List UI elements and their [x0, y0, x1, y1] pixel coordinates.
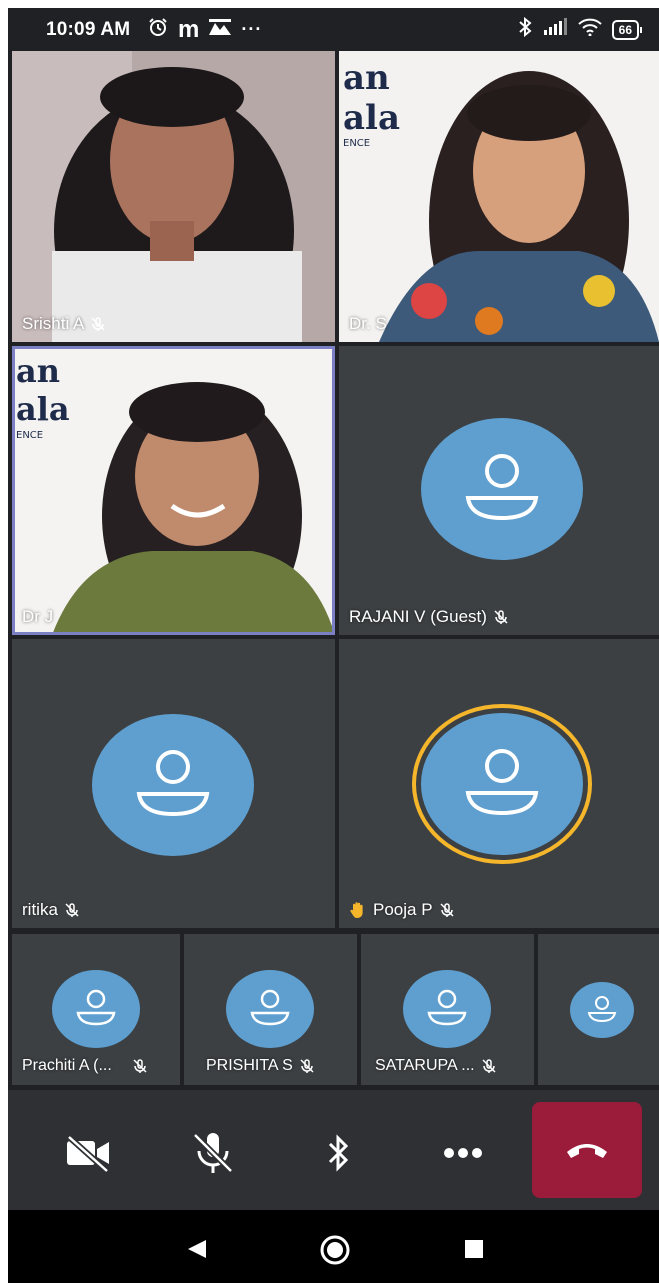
- system-nav-bar: [8, 1210, 659, 1283]
- participant-tile-srishti[interactable]: Srishti A: [12, 51, 335, 342]
- participant-tile-pooja[interactable]: Pooja P: [339, 639, 659, 928]
- svg-text:ala: ala: [343, 98, 400, 138]
- svg-text:ENCE: ENCE: [16, 430, 43, 441]
- person-icon: [136, 750, 210, 817]
- more-options-button[interactable]: [438, 1128, 488, 1178]
- participant-tile-overflow[interactable]: [538, 934, 659, 1085]
- participant-name-row: Pooja P: [349, 900, 455, 920]
- avatar: [226, 970, 314, 1048]
- svg-text:ENCE: ENCE: [343, 138, 370, 149]
- person-icon: [250, 989, 290, 1026]
- avatar: [403, 970, 491, 1048]
- camera-toggle-button[interactable]: [63, 1128, 113, 1178]
- avatar: [421, 713, 583, 855]
- avatar: [421, 418, 583, 560]
- mic-off-icon: [91, 317, 105, 331]
- participant-name: RAJANI V (Guest): [349, 607, 487, 626]
- mic-off-icon: [494, 610, 508, 624]
- signal-icon: [542, 18, 568, 41]
- participant-tile-dr-s[interactable]: an ala ENCE Dr. S: [339, 51, 659, 342]
- participant-tile-prachiti[interactable]: Prachiti A (...: [12, 934, 180, 1085]
- bluetooth-icon: [518, 16, 532, 42]
- participant-name-row: SATARUPA ...: [375, 1057, 497, 1075]
- bluetooth-icon: [328, 1134, 349, 1172]
- participant-name-row: Dr. S: [349, 314, 387, 334]
- more-options-icon: [444, 1148, 482, 1158]
- participant-tile-ritika[interactable]: ritika: [12, 639, 335, 928]
- participant-name: Dr. S: [349, 314, 387, 333]
- avatar: [52, 970, 140, 1048]
- mic-off-icon: [65, 903, 79, 917]
- participant-name: Pooja P: [373, 900, 433, 919]
- camera-off-icon: [66, 1134, 110, 1173]
- mic-off-icon: [482, 1059, 496, 1073]
- wifi-icon: [577, 18, 602, 41]
- status-bar: 10:09 AM m ··· 66: [8, 8, 659, 50]
- participant-video: an ala ENCE: [12, 346, 335, 635]
- participant-video: [12, 51, 335, 342]
- participant-name: PRISHITA S: [206, 1057, 293, 1074]
- participant-name-row: RAJANI V (Guest): [349, 607, 509, 627]
- person-icon: [427, 989, 467, 1026]
- recents-button[interactable]: [464, 1239, 484, 1264]
- participant-name-row: PRISHITA S: [206, 1057, 315, 1075]
- participant-tile-prishita[interactable]: PRISHITA S: [184, 934, 357, 1085]
- raised-hand-icon: [350, 902, 363, 918]
- participant-name: ritika: [22, 900, 58, 919]
- mic-off-icon: [192, 1132, 234, 1174]
- more-dots-icon: ···: [241, 19, 263, 39]
- participant-name: Dr J: [22, 607, 54, 626]
- back-button[interactable]: [186, 1238, 208, 1265]
- participant-name: Prachiti A (...: [22, 1057, 112, 1074]
- m-app-icon: m: [178, 15, 200, 43]
- avatar: [92, 714, 254, 856]
- person-icon: [76, 989, 116, 1026]
- person-icon: [465, 749, 539, 816]
- battery-icon: 66: [611, 19, 643, 40]
- svg-text:an: an: [16, 352, 60, 390]
- person-icon: [465, 454, 539, 521]
- end-call-icon: [567, 1144, 607, 1158]
- home-button[interactable]: [319, 1234, 351, 1271]
- alarm-icon: [148, 17, 168, 42]
- call-controls: [8, 1090, 659, 1210]
- participant-name-row: ritika: [22, 900, 80, 920]
- recents-icon: [465, 1240, 483, 1258]
- status-system-icons: 66: [518, 16, 643, 42]
- participant-name-row: Srishti A: [22, 314, 106, 334]
- status-time: 10:09 AM: [46, 19, 131, 40]
- svg-text:ala: ala: [16, 390, 70, 428]
- participant-tile-satarupa[interactable]: SATARUPA ...: [361, 934, 534, 1085]
- participant-video: an ala ENCE: [339, 51, 659, 342]
- participant-tile-dr-j[interactable]: an ala ENCE Dr J: [12, 346, 335, 635]
- participant-tile-rajani[interactable]: RAJANI V (Guest): [339, 346, 659, 635]
- mic-off-icon: [133, 1059, 147, 1073]
- avatar: [570, 982, 634, 1038]
- meet-screen: 10:09 AM m ··· 66 Srishti A an ala ENCE …: [8, 8, 659, 1283]
- mic-off-icon: [300, 1059, 314, 1073]
- participant-name-row: Prachiti A (...: [22, 1057, 148, 1075]
- back-icon: [188, 1240, 206, 1258]
- mic-off-icon: [440, 903, 454, 917]
- participant-name: SATARUPA ...: [375, 1057, 475, 1074]
- status-notifications: m ···: [148, 17, 262, 42]
- gallery-icon: [209, 19, 232, 40]
- mic-toggle-button[interactable]: [189, 1128, 239, 1178]
- home-icon: [320, 1235, 350, 1265]
- leave-call-button[interactable]: [532, 1102, 642, 1198]
- person-icon: [587, 996, 617, 1023]
- participant-name: Srishti A: [22, 314, 85, 333]
- participant-name-row: Dr J: [22, 607, 53, 627]
- svg-text:an: an: [343, 58, 390, 98]
- audio-output-button[interactable]: [313, 1128, 363, 1178]
